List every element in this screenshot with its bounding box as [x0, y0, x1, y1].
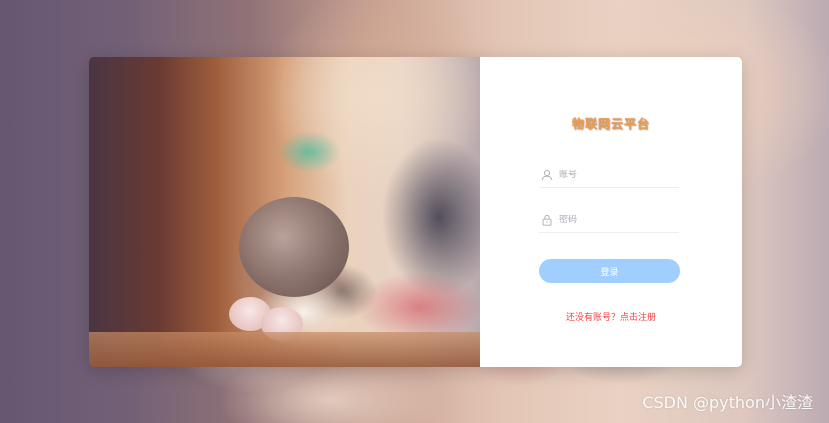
password-field[interactable] — [539, 208, 679, 233]
login-card: 物联网云平台 登录 还没有账号？点击注册 — [89, 57, 742, 367]
login-form: 物联网云平台 登录 还没有账号？点击注册 — [480, 57, 742, 367]
lock-icon — [541, 214, 553, 226]
user-icon — [541, 169, 553, 181]
photo-floor — [89, 332, 480, 367]
platform-title: 物联网云平台 — [571, 117, 650, 131]
password-input[interactable] — [559, 215, 669, 225]
register-link[interactable]: 还没有账号？点击注册 — [480, 310, 742, 323]
account-input[interactable] — [559, 170, 669, 180]
account-field[interactable] — [539, 163, 679, 188]
puppy-photo — [89, 57, 480, 367]
csdn-watermark: CSDN @python小渣渣 — [642, 393, 813, 412]
login-button[interactable]: 登录 — [539, 259, 680, 283]
puppy-head — [239, 197, 349, 297]
